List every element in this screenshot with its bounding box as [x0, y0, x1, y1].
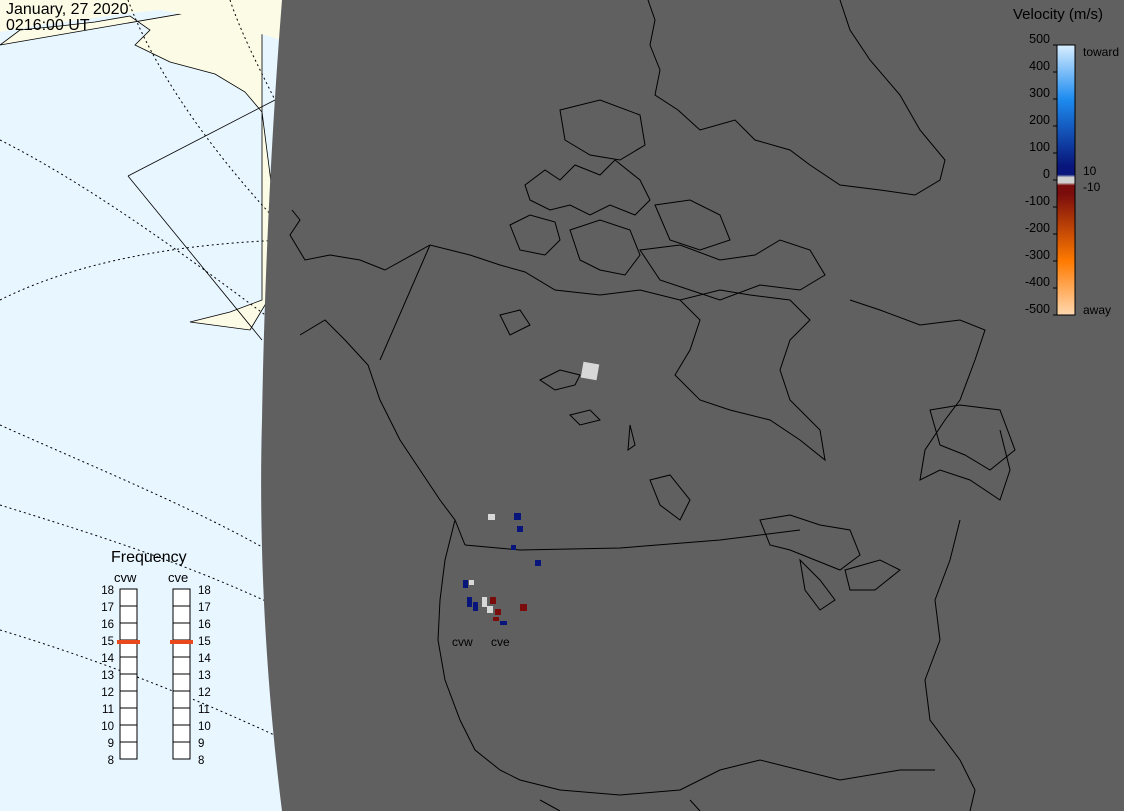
- frequency-scale-tick: 9: [107, 738, 114, 750]
- echo-cell: [488, 514, 495, 520]
- echo-cell: [463, 580, 468, 588]
- toward-label: toward: [1083, 45, 1120, 59]
- site-label-cvw: cvw: [452, 635, 473, 649]
- echo-cell: [580, 361, 600, 381]
- map-canvas: [0, 0, 1124, 811]
- velocity-tick: 0: [1043, 167, 1050, 181]
- frequency-scale-tick: 8: [107, 755, 114, 767]
- frequency-scale-tick: 17: [101, 602, 114, 614]
- velocity-inner-tick: -10: [1083, 180, 1101, 194]
- site-label-cve: cve: [491, 635, 510, 649]
- velocity-tick: 500: [1029, 32, 1050, 46]
- frequency-scale-tick: 16: [101, 619, 114, 631]
- frequency-scale-tick: 17: [198, 602, 211, 614]
- frequency-scale-tick: 18: [101, 585, 114, 597]
- frequency-scale-tick: 9: [198, 738, 205, 750]
- radar-name-cve: cve: [168, 570, 189, 585]
- velocity-colorbar: [1056, 44, 1076, 316]
- frequency-scale-tick: 14: [101, 653, 114, 665]
- frequency-scale-tick: 12: [101, 687, 114, 699]
- velocity-tick: 300: [1029, 86, 1050, 100]
- frequency-scale-tick: 15: [101, 636, 114, 648]
- frequency-scale-tick: 10: [101, 721, 114, 733]
- echo-cell: [467, 597, 472, 607]
- frequency-title: Frequency: [111, 549, 187, 566]
- velocity-tick: 400: [1029, 59, 1050, 73]
- frequency-scale-tick: 11: [198, 704, 210, 716]
- velocity-tick: -500: [1024, 302, 1050, 316]
- echo-cell: [535, 560, 541, 566]
- velocity-tick: 100: [1029, 140, 1050, 154]
- echo-cell: [493, 617, 499, 621]
- velocity-tick: 200: [1029, 113, 1050, 127]
- echo-cell: [482, 597, 487, 607]
- echo-cell: [490, 597, 496, 604]
- frequency-scale-tick: 10: [198, 721, 211, 733]
- frequency-scale-tick: 13: [198, 670, 211, 682]
- frequency-scale-tick: 14: [198, 653, 211, 665]
- night-region: [261, 0, 1124, 811]
- echo-cell: [469, 580, 474, 585]
- radar-name-cvw: cvw: [114, 570, 137, 585]
- echo-cell: [514, 513, 521, 520]
- frequency-scale-tick: 18: [198, 585, 211, 597]
- velocity-legend-title: Velocity (m/s): [1013, 6, 1104, 23]
- away-label: away: [1083, 303, 1112, 317]
- echo-cell: [473, 602, 478, 611]
- frequency-scale-tick: 8: [198, 755, 205, 767]
- date-label: January, 27 2020: [6, 1, 129, 18]
- frequency-scale-tick: 13: [101, 670, 114, 682]
- echo-cell: [495, 609, 501, 615]
- frequency-scale-tick: 11: [102, 704, 114, 716]
- frequency-scale-tick: 15: [198, 636, 211, 648]
- echo-cell: [500, 621, 507, 625]
- time-label: 0216:00 UT: [6, 17, 90, 34]
- echo-cell: [517, 526, 523, 532]
- echo-cell: [520, 604, 527, 611]
- velocity-tick: -300: [1024, 248, 1050, 262]
- echo-cell: [487, 606, 493, 613]
- velocity-tick: -200: [1024, 221, 1050, 235]
- frequency-scale-tick: 12: [198, 687, 211, 699]
- velocity-tick: -100: [1024, 194, 1050, 208]
- echo-cell: [511, 545, 516, 550]
- velocity-tick: -400: [1024, 275, 1050, 289]
- velocity-inner-tick: 10: [1083, 164, 1097, 178]
- frequency-scale-tick: 16: [198, 619, 211, 631]
